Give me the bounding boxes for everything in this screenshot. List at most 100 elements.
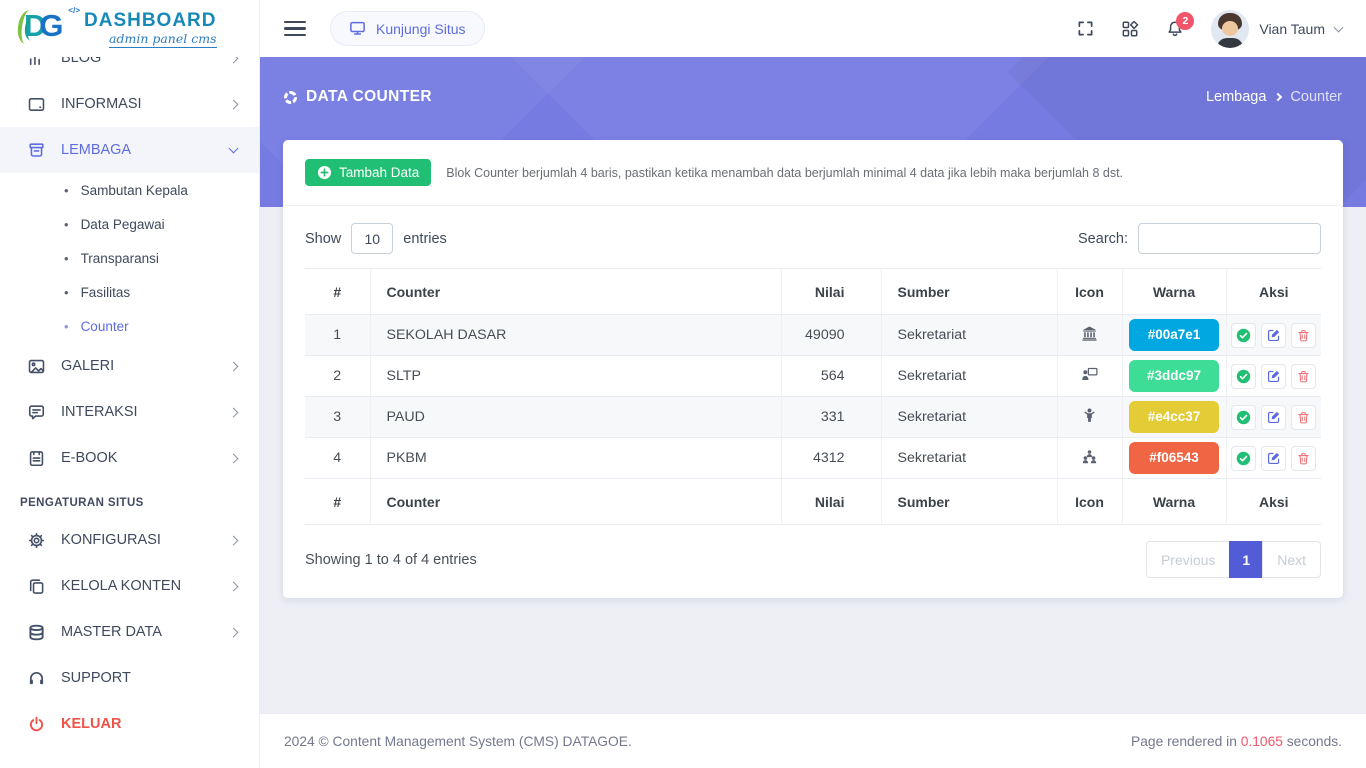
color-badge[interactable]: #00a7e1 [1129, 319, 1219, 351]
child-icon [1057, 397, 1122, 438]
sidebar-item-lembaga[interactable]: LEMBAGA [0, 127, 259, 173]
add-data-label: Tambah Data [339, 165, 419, 180]
fullscreen-icon[interactable] [1077, 20, 1094, 37]
header-nilai[interactable]: Nilai [781, 269, 881, 315]
chevron-right-icon [229, 361, 239, 371]
sidebar-item-keluar[interactable]: KELUAR [0, 701, 259, 747]
counter-table: # Counter Nilai Sumber Icon Warna Aksi 1… [305, 268, 1321, 525]
menu-toggle-icon[interactable] [284, 16, 306, 40]
counter-source: Sekretariat [881, 438, 1057, 479]
sidebar-item-label: KONFIGURASI [61, 532, 161, 548]
submenu-item-data-pegawai[interactable]: Data Pegawai [0, 207, 259, 241]
table-row: 1 SEKOLAH DASAR 49090 Sekretariat #00a7e… [305, 315, 1321, 356]
counter-source: Sekretariat [881, 356, 1057, 397]
sidebar-item-label: GALERI [61, 358, 114, 374]
sidebar-section-label: PENGATURAN SITUS [0, 481, 259, 517]
sidebar-item-label: SUPPORT [61, 670, 131, 686]
sidebar-item-interaksi[interactable]: INTERAKSI [0, 389, 259, 435]
pagination-page-1[interactable]: 1 [1229, 541, 1263, 578]
header-num[interactable]: # [305, 269, 370, 315]
chevron-right-icon [229, 581, 239, 591]
submenu-label: Data Pegawai [81, 217, 165, 232]
search-input[interactable] [1138, 223, 1321, 254]
sidebar-item-support[interactable]: SUPPORT [0, 655, 259, 701]
delete-button[interactable] [1291, 364, 1316, 389]
pagination-previous[interactable]: Previous [1146, 541, 1230, 578]
user-menu[interactable]: Vian Taum [1211, 10, 1342, 48]
counter-name: SLTP [370, 356, 781, 397]
add-data-button[interactable]: Tambah Data [305, 159, 431, 186]
brand-logo[interactable]: DG </> DASHBOARD admin panel cms [0, 0, 259, 57]
approve-button[interactable] [1231, 323, 1256, 348]
chalkboard-teacher-icon [1057, 356, 1122, 397]
header-icon[interactable]: Icon [1057, 269, 1122, 315]
submenu-item-counter[interactable]: Counter [0, 309, 259, 343]
pagination-next[interactable]: Next [1262, 541, 1321, 578]
edit-button[interactable] [1261, 446, 1286, 471]
card-icon [26, 95, 46, 114]
leaf-icon [16, 9, 37, 45]
row-number: 2 [305, 356, 370, 397]
sidebar-item-master-data[interactable]: MASTER DATA [0, 609, 259, 655]
chevron-right-icon [229, 453, 239, 463]
submenu-item-transparansi[interactable]: Transparansi [0, 241, 259, 275]
breadcrumb-current: Counter [1290, 89, 1342, 105]
submenu-label: Fasilitas [81, 285, 131, 300]
copyright-text: 2024 © Content Management System (CMS) D… [284, 734, 632, 749]
pagination: Previous 1 Next [1146, 541, 1321, 578]
color-badge[interactable]: #3ddc97 [1129, 360, 1219, 392]
lembaga-submenu: Sambutan Kepala Data Pegawai Transparans… [0, 173, 259, 343]
notifications-bell-icon[interactable]: 2 [1166, 20, 1184, 38]
color-badge[interactable]: #f06543 [1129, 442, 1219, 474]
sidebar-item-ebook[interactable]: E-BOOK [0, 435, 259, 481]
submenu-label: Counter [81, 319, 129, 334]
color-badge[interactable]: #e4cc37 [1129, 401, 1219, 433]
page-length-select[interactable]: 10 [351, 223, 393, 254]
gear-icon [26, 531, 46, 550]
copy-icon [26, 577, 46, 596]
user-name: Vian Taum [1259, 21, 1325, 37]
visit-site-button[interactable]: Kunjungi Situs [330, 11, 485, 46]
users-group-icon [1057, 438, 1122, 479]
counter-name: SEKOLAH DASAR [370, 315, 781, 356]
approve-button[interactable] [1231, 446, 1256, 471]
header-sumber[interactable]: Sumber [881, 269, 1057, 315]
render-info: Page rendered in 0.1065 seconds. [1131, 734, 1342, 749]
delete-button[interactable] [1291, 446, 1316, 471]
approve-button[interactable] [1231, 405, 1256, 430]
apps-grid-icon[interactable] [1121, 20, 1139, 38]
sidebar-item-informasi[interactable]: INFORMASI [0, 81, 259, 127]
edit-button[interactable] [1261, 364, 1286, 389]
edit-button[interactable] [1261, 323, 1286, 348]
sidebar-item-konfigurasi[interactable]: KONFIGURASI [0, 517, 259, 563]
search-label: Search: [1078, 231, 1128, 247]
chevron-right-icon [229, 407, 239, 417]
row-number: 3 [305, 397, 370, 438]
notification-count-badge: 2 [1176, 12, 1194, 30]
sidebar-nav: BLOG INFORMASI LEMBAGA Sambutan Kepala D… [0, 35, 259, 768]
delete-button[interactable] [1291, 405, 1316, 430]
entries-label: entries [403, 231, 447, 247]
counter-value: 4312 [781, 438, 881, 479]
topbar: Kunjungi Situs 2 Vian Taum [260, 0, 1366, 57]
sidebar-item-galeri[interactable]: GALERI [0, 343, 259, 389]
breadcrumb: Lembaga Counter [1206, 89, 1342, 105]
edit-button[interactable] [1261, 405, 1286, 430]
header-counter[interactable]: Counter [370, 269, 781, 315]
landmark-icon [1057, 315, 1122, 356]
counter-circle-icon [284, 91, 297, 104]
breadcrumb-parent[interactable]: Lembaga [1206, 89, 1266, 105]
submenu-item-sambutan-kepala[interactable]: Sambutan Kepala [0, 173, 259, 207]
sidebar-item-kelola-konten[interactable]: KELOLA KONTEN [0, 563, 259, 609]
submenu-item-fasilitas[interactable]: Fasilitas [0, 275, 259, 309]
sidebar-item-label: KELUAR [61, 716, 121, 732]
delete-button[interactable] [1291, 323, 1316, 348]
header-warna[interactable]: Warna [1122, 269, 1226, 315]
page-footer: 2024 © Content Management System (CMS) D… [260, 713, 1366, 768]
chevron-down-icon [1334, 22, 1344, 32]
monitor-icon [349, 20, 366, 37]
page-title: DATA COUNTER [284, 88, 432, 106]
header-aksi[interactable]: Aksi [1226, 269, 1321, 315]
table-row: 3 PAUD 331 Sekretariat #e4cc37 [305, 397, 1321, 438]
approve-button[interactable] [1231, 364, 1256, 389]
